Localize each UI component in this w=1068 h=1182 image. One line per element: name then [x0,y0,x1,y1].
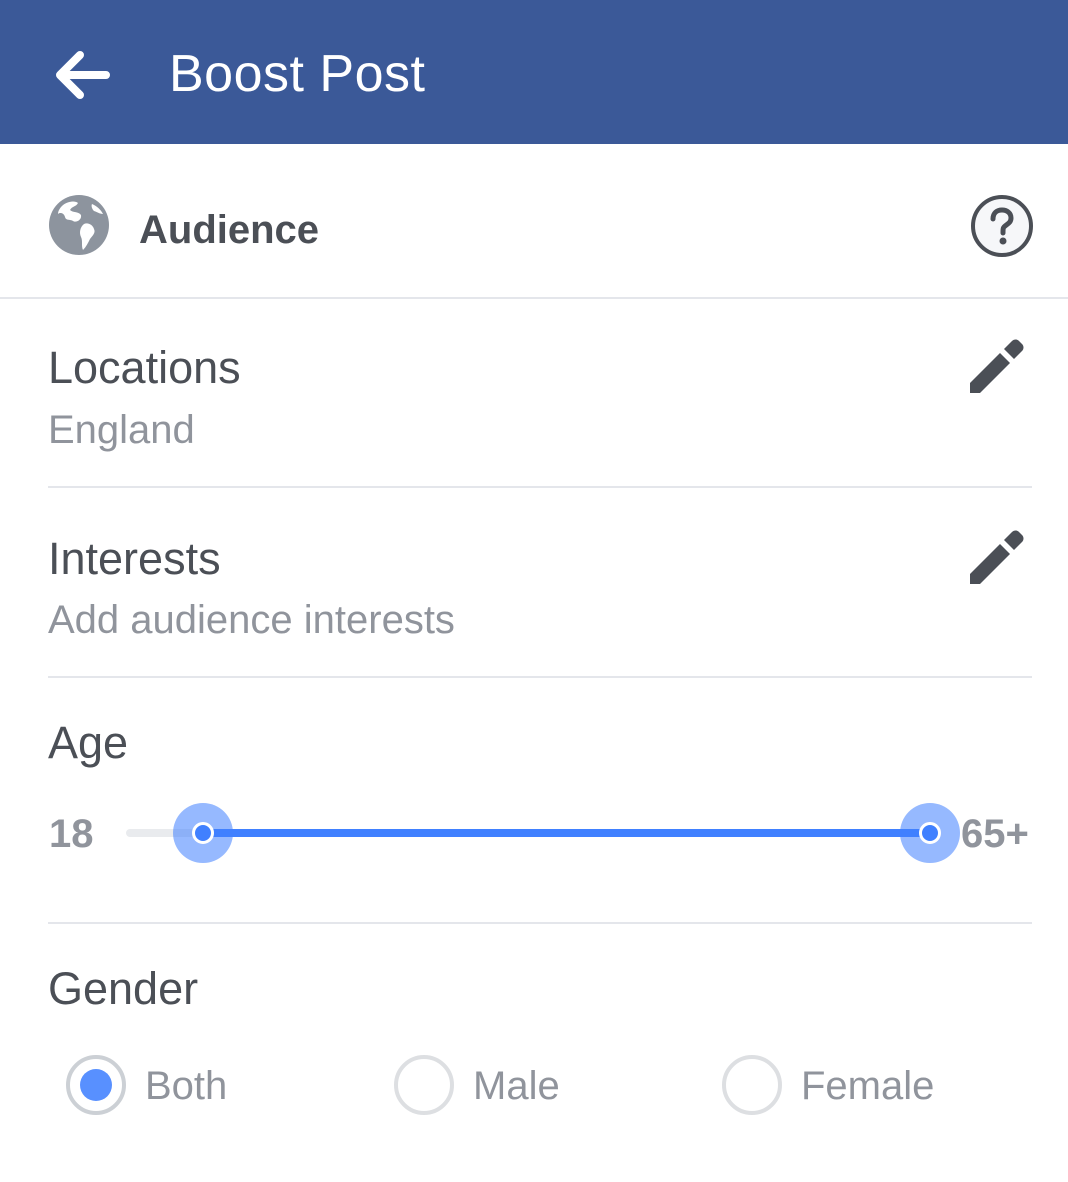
page-title: Boost Post [169,45,426,103]
age-slider-range [203,829,930,837]
pencil-icon [970,339,1024,393]
globe-icon [49,195,109,255]
locations-value: England [48,408,195,452]
radio-label: Both [145,1064,228,1108]
top-app-bar: Boost Post [0,0,1068,144]
divider [48,922,1032,924]
edit-locations-button[interactable] [966,335,1026,395]
gender-title: Gender [48,963,199,1014]
interests-title: Interests [48,533,221,584]
radio-button[interactable] [394,1055,454,1115]
radio-label: Female [801,1064,935,1108]
radio-label: Male [473,1064,560,1108]
interests-row[interactable]: Interests Add audience interests [48,488,1032,677]
age-max-label: 65+ [961,812,1029,856]
age-title: Age [48,717,129,768]
divider [48,676,1032,678]
age-max-handle[interactable] [900,803,960,863]
help-button[interactable] [970,194,1034,258]
age-min-handle[interactable] [173,803,233,863]
radio-button[interactable] [722,1055,782,1115]
locations-title: Locations [48,342,241,393]
section-title-audience: Audience [139,208,320,252]
age-min-label: 18 [49,812,94,856]
back-button[interactable] [42,40,122,110]
locations-row[interactable]: Locations England [48,297,1032,487]
pencil-icon [970,530,1024,584]
back-arrow-icon [56,51,110,99]
interests-placeholder: Add audience interests [48,598,455,642]
help-icon [971,195,1033,257]
audience-header: Audience [0,144,1068,299]
edit-interests-button[interactable] [966,526,1026,586]
radio-button[interactable] [66,1055,126,1115]
